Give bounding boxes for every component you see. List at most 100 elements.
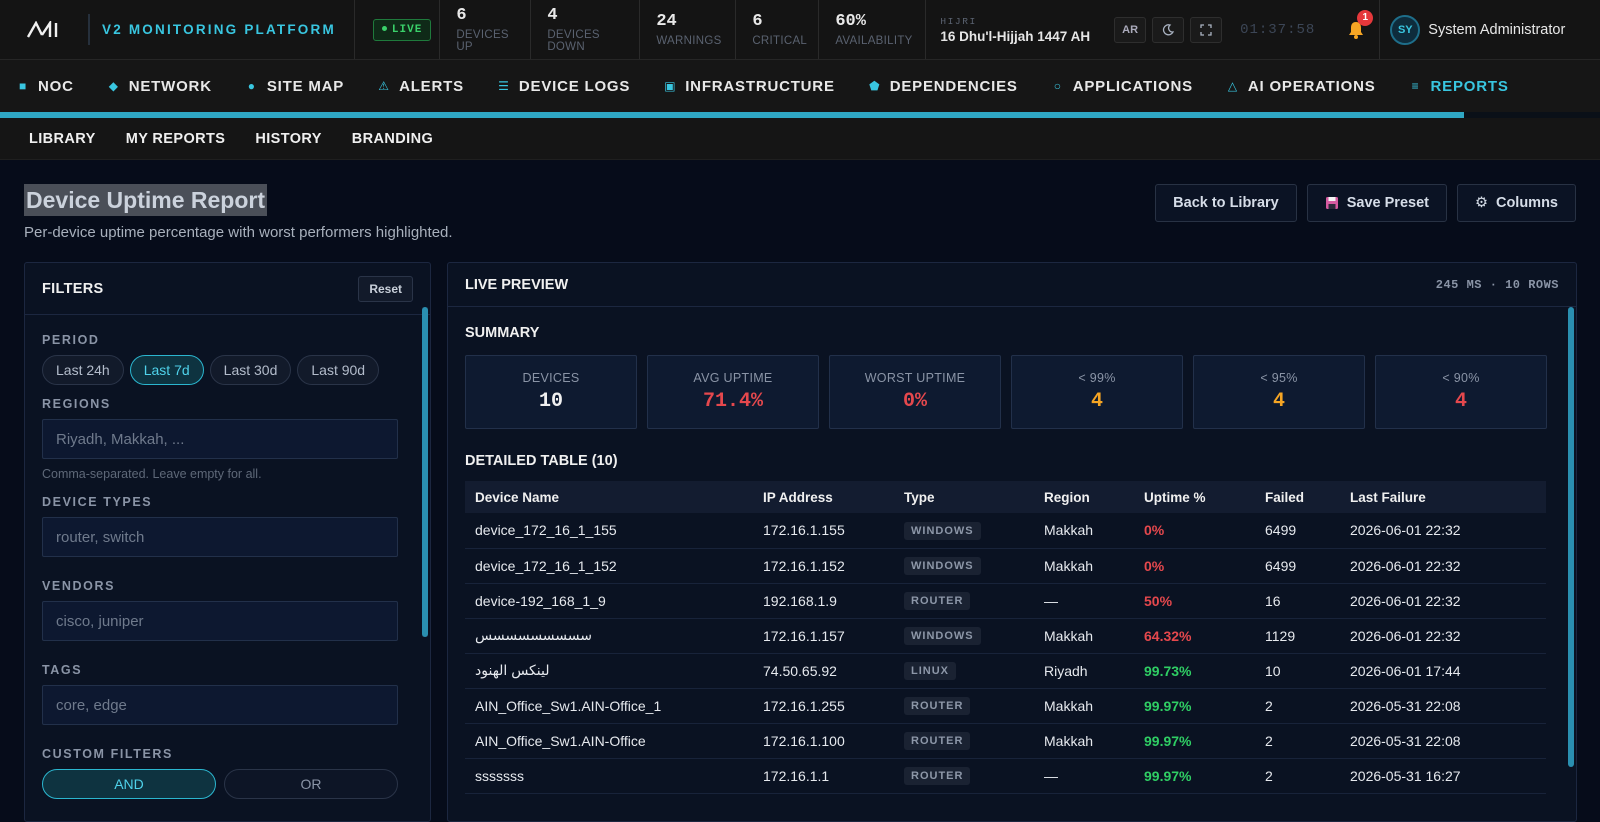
fullscreen-button[interactable] [1190,16,1223,43]
stat-critical: 6 CRITICAL [735,0,818,59]
device-types-input[interactable]: router, switch [42,517,398,557]
back-to-library-button[interactable]: Back to Library [1155,184,1297,222]
table-row[interactable]: AIN_Office_Sw1.AIN-Office_1 172.16.1.255 R… [465,688,1546,724]
filters-panel: FILTERS Reset PERIOD Last 24h Last 7d La… [24,262,431,822]
device-type-cell: ROUTER [894,723,1034,759]
nav-network[interactable]: ◆ NETWORK [91,60,229,112]
pentagon-icon: ⬟ [869,79,881,93]
failed-count-cell: 10 [1255,653,1340,689]
preview-scrollbar[interactable] [1568,307,1574,767]
device-type-badge: ROUTER [904,592,971,610]
column-header[interactable]: IP Address [753,481,894,513]
notifications-button[interactable]: 1 [1333,0,1379,59]
tags-input[interactable]: core, edge [42,685,398,725]
failed-count-cell: 2 [1255,723,1340,759]
period-last-30d[interactable]: Last 30d [209,355,292,385]
failed-count-cell: 16 [1255,583,1340,619]
table-row[interactable]: AIN_Office_Sw1.AIN-Office 172.16.1.100 ROU… [465,723,1546,759]
regions-input[interactable]: Riyadh, Makkah, ... [42,419,398,459]
region-cell: — [1034,583,1134,619]
failed-count-cell: 6499 [1255,513,1340,549]
column-header[interactable]: Failed [1255,481,1340,513]
summary-card-label: AVG UPTIME [693,371,773,385]
nav-alerts[interactable]: ⚠ ALERTS [361,60,481,112]
logic-or-button[interactable]: OR [224,769,398,799]
warning-icon: ⚠ [378,79,390,93]
table-body: device_172_16_1_155 172.16.1.155 WINDOWS Ma… [465,513,1546,794]
table-row[interactable]: device_172_16_1_155 172.16.1.155 WINDOWS Ma… [465,513,1546,549]
table-row[interactable]: device-192_168_1_9 192.168.1.9 ROUTER —50% 1… [465,583,1546,619]
filter-logic-toggle: AND OR [42,769,413,799]
column-header[interactable]: Type [894,481,1034,513]
last-failure-cell: 2026-06-01 22:32 [1340,548,1546,584]
nav-reports[interactable]: ≡ REPORTS [1393,60,1526,112]
subnav-my-reports[interactable]: MY REPORTS [111,131,241,147]
user-menu[interactable]: SY System Administrator [1379,0,1565,59]
ip-address-cell: 192.168.1.9 [753,583,894,619]
stat-value: 6 [752,12,763,31]
table-row[interactable]: device_172_16_1_152 172.16.1.152 WINDOWS Ma… [465,548,1546,584]
device-name-cell: device_172_16_1_155 [465,513,753,549]
main-nav: ■ NOC ◆ NETWORK ● SITE MAP ⚠ ALERTS ☰ DEVICE … [0,60,1600,112]
filters-scrollbar[interactable] [422,307,428,637]
table-row[interactable]: لينكس الهنود 74.50.65.92 LINUX Riyadh 99.73%… [465,653,1546,689]
device-type-cell: WINDOWS [894,618,1034,654]
region-cell: — [1034,758,1134,794]
logic-and-button[interactable]: AND [42,769,216,799]
summary-cards: DEVICES 10 AVG UPTIME 71.4% WORST UPTIME 0% < … [448,355,1576,429]
last-failure-cell: 2026-06-01 22:32 [1340,618,1546,654]
column-header[interactable]: Region [1034,481,1134,513]
uptime-cell: 99.97% [1134,688,1255,724]
last-failure-cell: 2026-05-31 22:08 [1340,688,1546,724]
period-last-90d[interactable]: Last 90d [297,355,380,385]
subnav-history[interactable]: HISTORY [240,131,336,147]
nav-noc[interactable]: ■ NOC [0,60,91,112]
clock: 01:37:58 [1240,21,1316,38]
column-header[interactable]: Uptime % [1134,481,1255,513]
nav-infrastructure[interactable]: ▣ INFRASTRUCTURE [647,60,852,112]
table-title: DETAILED TABLE (10) [465,453,618,469]
region-cell: Makkah [1034,513,1134,549]
region-cell: Makkah [1034,688,1134,724]
nav-applications[interactable]: ○ APPLICATIONS [1035,60,1210,112]
ring-icon: ○ [1053,79,1062,93]
summary-card-value: 4 [1090,390,1103,413]
summary-card: WORST UPTIME 0% [829,355,1001,429]
columns-button[interactable]: ⚙ Columns [1456,184,1576,222]
stat-devices-up: 6 DEVICES UP [439,0,530,59]
uptime-table: Device Name IP Address Type Region Uptime % F… [465,481,1546,794]
column-header[interactable]: Last Failure [1340,481,1546,513]
nav-device-logs[interactable]: ☰ DEVICE LOGS [481,60,647,112]
failed-count-cell: 1129 [1255,618,1340,654]
notification-count-badge: 1 [1357,10,1374,26]
app-logo[interactable] [0,0,88,59]
period-last-24h[interactable]: Last 24h [42,355,124,385]
summary-card-label: DEVICES [522,371,580,385]
save-preset-button[interactable]: Save Preset [1306,184,1447,222]
table-row[interactable]: sssssss 172.16.1.1 ROUTER —99.97% 2 2026-05-3… [465,758,1546,794]
summary-card-value: 4 [1454,390,1467,413]
device-type-cell: WINDOWS [894,513,1034,549]
period-last-7d[interactable]: Last 7d [129,355,204,385]
nav-ai-operations[interactable]: △ AI OPERATIONS [1210,60,1393,112]
nav-dependencies[interactable]: ⬟ DEPENDENCIES [852,60,1035,112]
subnav-branding[interactable]: BRANDING [337,131,448,147]
stat-devices-down: 4 DEVICES DOWN [530,0,639,59]
logo-icon [26,20,58,38]
language-toggle-button[interactable]: AR [1114,16,1147,43]
device-type-badge: LINUX [904,662,956,680]
reset-filters-button[interactable]: Reset [358,275,413,302]
summary-card-label: WORST UPTIME [864,371,966,385]
stat-label: WARNINGS [656,35,722,47]
subnav-library[interactable]: LIBRARY [14,131,111,147]
vendors-input[interactable]: cisco, juniper [42,601,398,641]
ip-address-cell: 172.16.1.1 [753,758,894,794]
summary-card: DEVICES 10 [465,355,637,429]
column-header[interactable]: Device Name [465,481,753,513]
menu-icon: ≡ [1411,79,1420,93]
device-name-cell: device_172_16_1_152 [465,548,753,584]
table-row[interactable]: سسسسسسسسس 172.16.1.157 WINDOWS Makkah 64.32%… [465,618,1546,654]
nav-site-map[interactable]: ● SITE MAP [229,60,361,112]
period-selector: Last 24h Last 7d Last 30d Last 90d [42,355,413,385]
theme-toggle-button[interactable] [1152,16,1185,43]
